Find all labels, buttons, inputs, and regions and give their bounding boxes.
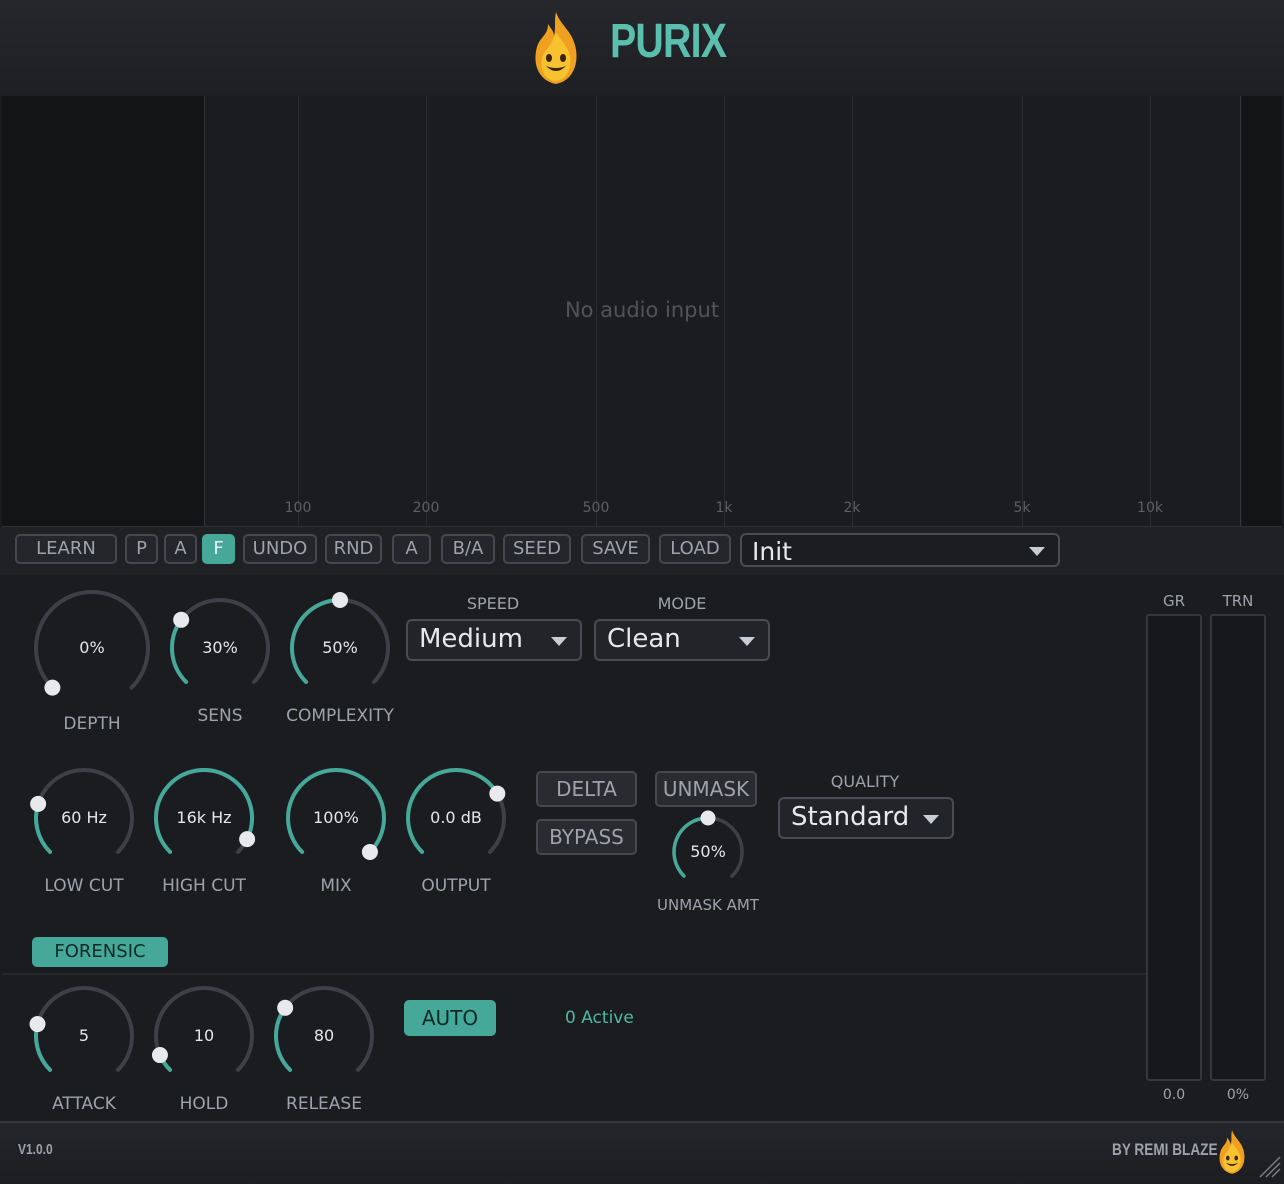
depth-label: DEPTH xyxy=(63,714,121,734)
toolbar-button-a[interactable]: A xyxy=(164,534,197,564)
trn-meter-value: 0% xyxy=(1226,1087,1250,1103)
freq-label: 10k xyxy=(1137,500,1163,516)
knob-handle xyxy=(332,592,348,608)
section-divider xyxy=(2,973,1146,975)
mode-dropdown[interactable]: Clean xyxy=(594,619,770,661)
knob-handle xyxy=(700,810,716,826)
chevron-down-icon xyxy=(1029,547,1045,556)
mix-label: MIX xyxy=(320,876,352,896)
knob-handle xyxy=(239,831,256,848)
freq-label: 1k xyxy=(715,500,733,516)
toolbar-button-p[interactable]: P xyxy=(125,534,158,564)
mode-label: MODE xyxy=(657,594,707,613)
depth-value: 0% xyxy=(79,638,105,657)
unmask-amt-knob[interactable]: 50% xyxy=(664,808,752,896)
knob-handle xyxy=(277,999,294,1016)
spectrum-display: 100 200 500 1k 2k 5k 10k No audio input xyxy=(2,96,1282,527)
unmask-button[interactable]: UNMASK xyxy=(655,771,757,807)
version-label: V1.0.0 xyxy=(18,1141,53,1158)
depth-knob[interactable]: 0% xyxy=(26,582,158,714)
toolbar-button-f[interactable]: F xyxy=(202,534,235,564)
toolbar-button-save[interactable]: SAVE xyxy=(581,534,650,564)
output-label: OUTPUT xyxy=(421,876,491,896)
freq-label: 500 xyxy=(582,500,610,516)
chevron-down-icon xyxy=(551,637,567,646)
attack-label: ATTACK xyxy=(52,1094,116,1114)
app-title: PURIX xyxy=(610,15,727,68)
high-cut-label: HIGH CUT xyxy=(162,876,246,896)
chevron-down-icon xyxy=(923,815,939,824)
freq-label: 100 xyxy=(284,500,312,516)
sens-knob[interactable]: 30% xyxy=(162,590,278,706)
attack-knob[interactable]: 5 xyxy=(26,978,142,1094)
output-value: 0.0 dB xyxy=(430,808,482,827)
active-count: 0 Active xyxy=(565,1008,634,1028)
footer: V1.0.0 BY REMI BLAZE xyxy=(0,1121,1284,1184)
mix-knob[interactable]: 100% xyxy=(278,760,394,876)
knob-handle xyxy=(151,1047,168,1064)
high-cut-knob[interactable]: 16k Hz xyxy=(146,760,262,876)
auto-button[interactable]: AUTO xyxy=(404,1000,496,1036)
complexity-value: 50% xyxy=(322,638,358,657)
toolbar-button-learn[interactable]: LEARN xyxy=(15,534,117,564)
preset-dropdown[interactable]: Init xyxy=(740,533,1060,567)
hold-label: HOLD xyxy=(179,1094,229,1114)
output-knob[interactable]: 0.0 dB xyxy=(398,760,514,876)
toolbar-button-seed[interactable]: SEED xyxy=(503,534,571,564)
mode-value: Clean xyxy=(607,624,681,654)
speed-label: SPEED xyxy=(466,594,520,613)
flame-logo-small-icon xyxy=(1219,1130,1245,1174)
sens-value: 30% xyxy=(202,638,238,657)
sens-label: SENS xyxy=(197,706,243,726)
release-value: 80 xyxy=(313,1026,335,1045)
freq-label: 200 xyxy=(412,500,440,516)
knob-handle xyxy=(44,679,61,696)
delta-button[interactable]: DELTA xyxy=(536,771,637,807)
toolbar-button-load[interactable]: LOAD xyxy=(659,534,731,564)
speed-value: Medium xyxy=(419,624,523,654)
release-knob[interactable]: 80 xyxy=(266,978,382,1094)
resize-handle-icon[interactable] xyxy=(1258,1155,1282,1179)
freq-label: 5k xyxy=(1013,500,1031,516)
hold-knob[interactable]: 10 xyxy=(146,978,262,1094)
low-cut-label: LOW CUT xyxy=(44,876,124,896)
mix-value: 100% xyxy=(313,808,359,827)
release-label: RELEASE xyxy=(286,1094,362,1114)
freq-label: 2k xyxy=(843,500,861,516)
knob-handle xyxy=(489,785,506,802)
header: PURIX xyxy=(0,0,1284,96)
speed-dropdown[interactable]: Medium xyxy=(406,619,582,661)
high-cut-value: 16k Hz xyxy=(176,808,232,827)
quality-label: QUALITY xyxy=(830,772,900,791)
hold-value: 10 xyxy=(193,1026,215,1045)
forensic-button[interactable]: FORENSIC xyxy=(32,937,168,967)
preset-name: Init xyxy=(752,537,792,566)
toolbar-button-a[interactable]: A xyxy=(392,534,431,564)
no-audio-message: No audio input xyxy=(564,298,720,322)
toolbar-button-b-a[interactable]: B/A xyxy=(441,534,495,564)
bypass-button[interactable]: BYPASS xyxy=(536,819,637,855)
knob-handle xyxy=(361,843,378,860)
chevron-down-icon xyxy=(739,637,755,646)
toolbar-button-undo[interactable]: UNDO xyxy=(243,534,317,564)
attack-value: 5 xyxy=(78,1026,90,1045)
gr-meter xyxy=(1146,614,1202,1081)
quality-value: Standard xyxy=(791,802,910,832)
gr-meter-value: 0.0 xyxy=(1162,1087,1186,1103)
complexity-knob[interactable]: 50% xyxy=(282,590,398,706)
quality-dropdown[interactable]: Standard xyxy=(778,797,954,839)
gr-meter-label: GR xyxy=(1162,592,1186,610)
knob-handle xyxy=(173,611,190,628)
complexity-label: COMPLEXITY xyxy=(286,706,394,726)
trn-meter-label: TRN xyxy=(1222,592,1254,610)
credit-label: BY REMI BLAZE xyxy=(1112,1140,1218,1159)
low-cut-knob[interactable]: 60 Hz xyxy=(26,760,142,876)
toolbar-button-rnd[interactable]: RND xyxy=(325,534,382,564)
flame-logo-icon xyxy=(535,12,577,84)
trn-meter xyxy=(1210,614,1266,1081)
unmask-amt-value: 50% xyxy=(690,842,726,861)
low-cut-value: 60 Hz xyxy=(61,808,107,827)
unmask-amt-label: UNMASK AMT xyxy=(657,896,759,914)
